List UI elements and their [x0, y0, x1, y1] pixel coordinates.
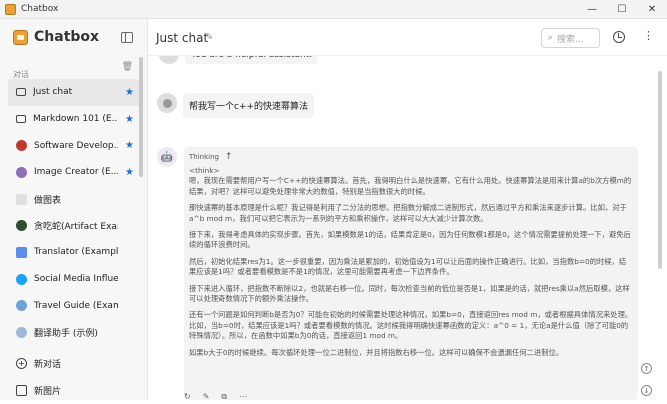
search-placeholder: 搜索... [557, 34, 584, 45]
user-avatar-icon [157, 93, 177, 113]
conversation-label: 翻译助手 (示例) [34, 329, 98, 340]
star-icon[interactable]: ★ [125, 87, 134, 98]
image-creator-avatar-icon [16, 166, 27, 178]
thinking-toggle[interactable]: Thinking ↑ [189, 152, 633, 162]
sidebar-scrollbar[interactable] [139, 57, 143, 177]
chatbox-logo-icon [13, 29, 28, 45]
conversation-item[interactable]: 贪吃蛇(Artifact Example) [8, 212, 140, 239]
conversation-label: Software Develop... [34, 140, 118, 151]
clear-conversations-icon[interactable]: 🗑 [122, 62, 133, 72]
thinking-paragraph: 如果b大于0的时候继续。每次循环处理一位二进制位，并且将指数右移一位。这样可以确… [189, 347, 564, 357]
conversation-label: Travel Guide (Example) [34, 300, 118, 311]
sidebar-collapse-icon[interactable] [121, 32, 133, 43]
window-controls: — ☐ ✕ [577, 0, 667, 19]
conversation-list: Just chat ★ Markdown 101 (E... ★ Softwar… [8, 79, 140, 346]
star-icon[interactable]: ★ [125, 167, 134, 178]
maximize-button[interactable]: ☐ [607, 0, 637, 19]
brand-name: Chatbox [34, 29, 100, 45]
regenerate-icon[interactable]: ↻ [184, 392, 191, 402]
conversation-item[interactable]: Just chat ★ [8, 79, 140, 106]
conversation-item[interactable]: Translator (Example) [8, 239, 140, 266]
edit-title-icon[interactable]: ✎ [205, 32, 213, 43]
more-menu-icon[interactable]: ⋮ [643, 29, 654, 42]
conversation-label: Translator (Example) [34, 247, 118, 258]
close-button[interactable]: ✕ [637, 0, 667, 19]
conversation-item[interactable]: Image Creator (E... ★ [8, 159, 140, 186]
thinking-paragraph: 然后，初始化结果res为1。这一步很重要，因为乘法是累加的，初始值设为1可以让后… [189, 256, 627, 277]
search-icon: ⌕ [548, 33, 554, 43]
user-message-text: 帮我写一个c++的快速幂算法 [183, 93, 315, 118]
history-icon[interactable] [613, 31, 625, 43]
new-image-label: 新图片 [34, 387, 62, 397]
section-label: 对话 [13, 70, 29, 79]
edit-icon[interactable]: ✎ [203, 392, 210, 402]
conversation-label: 做图表 [34, 195, 62, 206]
sidebar-actions: + 新对话 新图片 [16, 350, 61, 404]
conversation-label: Just chat [33, 87, 73, 98]
conversation-item[interactable]: 翻译助手 (示例) [8, 319, 140, 346]
brand: Chatbox [13, 29, 99, 45]
system-avatar [159, 56, 179, 64]
chat-title: Just chat [156, 31, 209, 45]
chat-icon [16, 88, 26, 97]
conversation-label: Social Media Influence... [34, 274, 118, 285]
chat-scrollbar[interactable] [658, 71, 662, 269]
search-input[interactable]: ⌕ 搜索... [541, 28, 600, 48]
sidebar: Chatbox 对话 🗑 Just chat ★ Markdown 101 (E… [0, 19, 148, 400]
system-message-partial: You are a helpful assistant. [157, 56, 637, 64]
translator-avatar-icon [16, 246, 27, 258]
plus-circle-icon: + [16, 358, 27, 369]
thinking-paragraph: 接下来进入循环，把指数不断除以2，也就是右移一位。同时，每次检查当前的低位是否是… [189, 283, 630, 304]
travel-avatar-icon [16, 300, 27, 312]
conversation-item[interactable]: Social Media Influence... [8, 266, 140, 293]
conversation-label: Image Creator (E... [34, 167, 118, 178]
assistant-message-bubble: Thinking ↑ <think> 嗯，我现在需要帮用户写一个C++的快速幂算… [184, 147, 638, 400]
scroll-to-top-icon[interactable]: ↑ [641, 363, 652, 374]
new-chat-label: 新对话 [34, 360, 62, 370]
system-message-text: You are a helpful assistant. [185, 56, 319, 64]
scroll-to-bottom-icon[interactable]: ↓ [641, 385, 652, 396]
conversation-item[interactable]: Markdown 101 (E... ★ [8, 106, 140, 133]
chart-avatar-icon [16, 193, 27, 205]
message-toolbar: ↻ ✎ ⧉ ⋯ [184, 392, 259, 402]
conversations-header: 对话 🗑 [13, 62, 133, 79]
robot-avatar-icon: 🤖 [157, 147, 177, 167]
conversation-item[interactable]: Software Develop... ★ [8, 132, 140, 159]
developer-avatar-icon [16, 140, 27, 152]
twitter-avatar-icon [16, 273, 27, 285]
translate-avatar-icon [16, 327, 27, 339]
window-title: Chatbox [21, 4, 59, 14]
copy-icon[interactable]: ⧉ [221, 392, 227, 402]
chat-header: Just chat ✎ ⌕ 搜索... ⋮ [149, 19, 667, 56]
thinking-paragraph: 那快速幂的基本原理是什么呢？我记得是利用了二分法的思想，把指数分解成二进制形式，… [189, 203, 627, 223]
chat-icon [16, 115, 26, 124]
conversation-label: 贪吃蛇(Artifact Example) [34, 222, 118, 233]
title-bar: Chatbox — ☐ ✕ [0, 0, 667, 19]
more-icon[interactable]: ⋯ [239, 392, 247, 402]
conversation-item[interactable]: 做图表 [8, 186, 140, 213]
arrow-up-icon: ↑ [224, 152, 233, 162]
thinking-paragraph: 接下来，我得考虑具体的实现步骤。首先，如果模数是1的话，结果肯定是0，因为任何数… [189, 230, 631, 250]
thinking-paragraph: 还有一个问题是如何判断b是否为0？可能在初始的时候需要处理这种情况，如果b=0，… [189, 310, 633, 341]
star-icon[interactable]: ★ [125, 140, 134, 151]
app-icon [5, 3, 16, 15]
conversation-label: Markdown 101 (E... [33, 114, 117, 125]
new-chat-button[interactable]: + 新对话 [16, 350, 61, 377]
minimize-button[interactable]: — [577, 0, 607, 19]
star-icon[interactable]: ★ [125, 114, 134, 125]
thinking-label: Thinking [189, 153, 219, 161]
main-panel: Just chat ✎ ⌕ 搜索... ⋮ You are a helpful … [149, 19, 667, 402]
thinking-paragraph: <think> 嗯，我现在需要帮用户写一个C++的快速幂算法。首先，我得明白什么… [189, 166, 632, 196]
image-icon [16, 385, 27, 396]
snake-avatar-icon [16, 220, 27, 232]
conversation-item[interactable]: Travel Guide (Example) [8, 293, 140, 320]
